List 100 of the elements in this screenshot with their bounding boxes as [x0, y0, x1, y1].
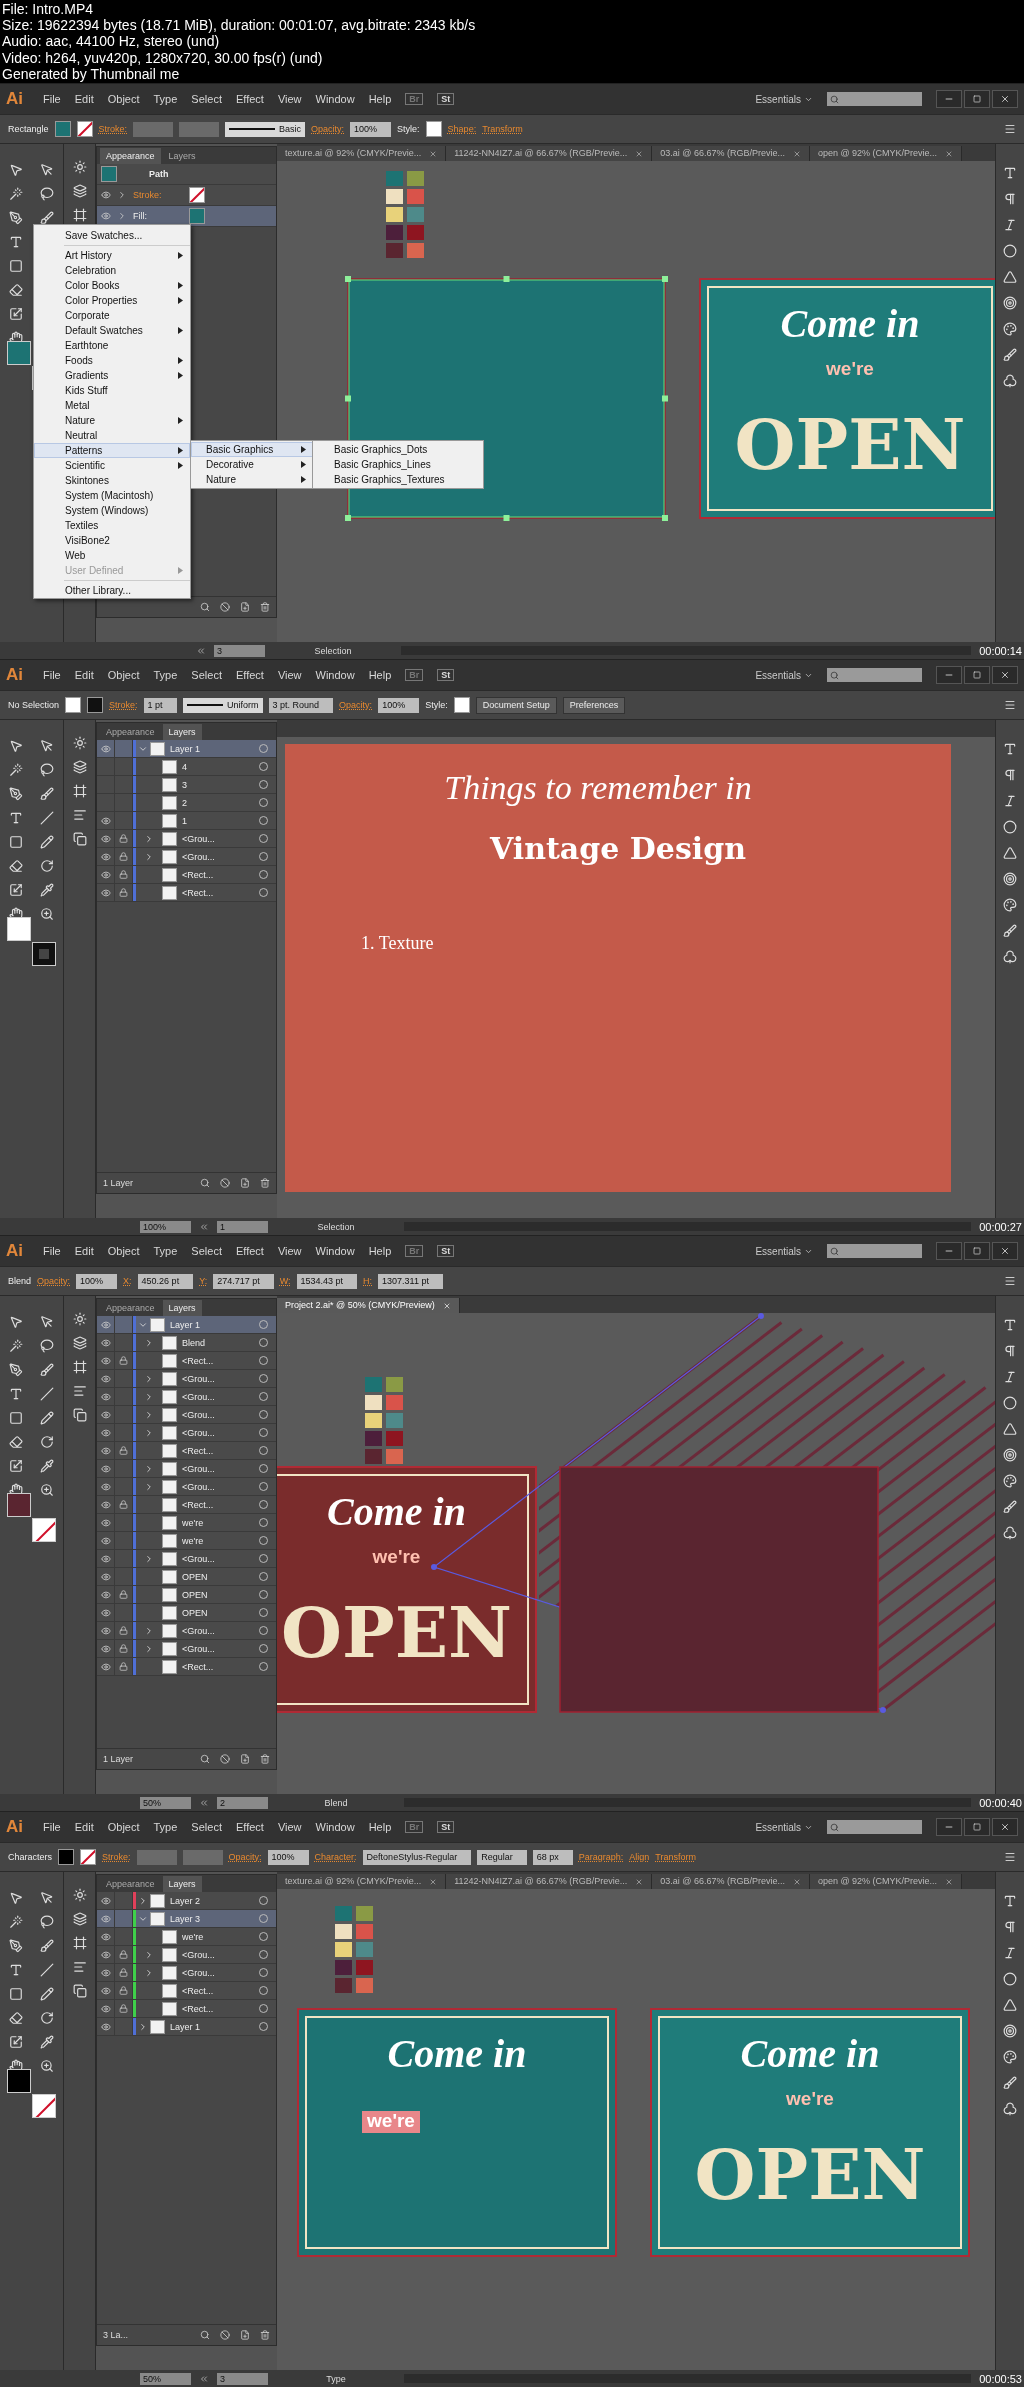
text-icon[interactable]	[8, 235, 23, 249]
document-tab[interactable]: texture.ai @ 92% (CMYK/Previe...	[277, 146, 447, 161]
pen-icon[interactable]	[8, 1939, 23, 1953]
maximize-button[interactable]	[964, 1818, 990, 1836]
color-swatch[interactable]	[453, 697, 470, 713]
maximize-button[interactable]	[964, 1242, 990, 1260]
menu-item[interactable]: Type	[153, 1245, 178, 1257]
menu-item[interactable]: Object	[107, 1821, 140, 1833]
value-field[interactable]: 1 pt	[143, 697, 177, 713]
menu-item[interactable]: Edit	[74, 1821, 94, 1833]
eraser-icon[interactable]	[8, 283, 23, 297]
clear-icon[interactable]	[220, 1754, 230, 1764]
layer-row[interactable]: <Grou...	[97, 1550, 276, 1568]
lock-icon[interactable]	[119, 1446, 128, 1455]
appearance-icon[interactable]	[72, 1312, 87, 1326]
menu-item[interactable]: Help	[368, 1821, 392, 1833]
menu-item[interactable]: Decorative	[191, 457, 313, 472]
paragraph-icon[interactable]	[1003, 768, 1017, 782]
menu-item[interactable]: View	[277, 1245, 302, 1257]
color-swatch[interactable]	[65, 697, 82, 713]
menu-item[interactable]: Default Swatches	[34, 323, 190, 338]
stroke-dropdown[interactable]: Uniform	[182, 697, 263, 713]
direct-select-icon[interactable]	[40, 163, 55, 177]
page-field[interactable]: 2	[217, 1796, 268, 1809]
menu-item[interactable]: Other Library...	[34, 583, 190, 598]
lock-icon[interactable]	[119, 852, 128, 861]
menu-item[interactable]: Object	[107, 1245, 140, 1257]
target-icon[interactable]	[1003, 296, 1017, 310]
target-icon[interactable]	[1003, 872, 1017, 886]
menu-item[interactable]: Help	[368, 93, 392, 105]
menu-item[interactable]: Foods	[34, 353, 190, 368]
menu-item[interactable]: Window	[315, 669, 355, 681]
minimize-button[interactable]	[936, 1818, 962, 1836]
new-item-icon[interactable]	[240, 1178, 250, 1188]
lock-icon[interactable]	[119, 1626, 128, 1635]
layer-row[interactable]: OPEN	[97, 1604, 276, 1622]
layer-row[interactable]: <Rect...	[97, 1658, 276, 1676]
menu-item[interactable]: Scientific	[34, 458, 190, 473]
circle-icon[interactable]	[1003, 1396, 1017, 1410]
align-icon[interactable]	[72, 1384, 87, 1398]
panel-tab[interactable]: Appearance	[100, 1300, 161, 1316]
character-icon[interactable]	[1003, 1894, 1017, 1908]
scale-icon[interactable]	[8, 307, 23, 321]
value-field[interactable]: Regular	[477, 1849, 527, 1865]
layer-row[interactable]: 2	[97, 794, 276, 812]
italic-icon[interactable]	[1003, 794, 1017, 808]
layer-row[interactable]: <Rect...	[97, 884, 276, 902]
eraser-icon[interactable]	[8, 859, 23, 873]
panel-link[interactable]: H:	[363, 1276, 373, 1286]
eye-icon[interactable]	[100, 851, 111, 862]
lock-icon[interactable]	[119, 2004, 128, 2013]
menu-item[interactable]: Type	[153, 93, 178, 105]
layer-row[interactable]: <Rect...	[97, 1982, 276, 2000]
eye-icon[interactable]	[100, 1337, 111, 1348]
eye-icon[interactable]	[100, 1643, 111, 1654]
color-swatch[interactable]	[189, 187, 205, 203]
eraser-icon[interactable]	[8, 2011, 23, 2025]
panel-link[interactable]: Stroke:	[98, 124, 128, 134]
search-icon[interactable]	[200, 1754, 210, 1764]
menu-item[interactable]: Object	[107, 669, 140, 681]
clear-icon[interactable]	[220, 1178, 230, 1188]
eye-icon[interactable]	[100, 869, 111, 880]
menu-item[interactable]: Metal	[34, 398, 190, 413]
menu-item[interactable]: Select	[191, 669, 222, 681]
lasso-icon[interactable]	[40, 1339, 55, 1353]
layer-row[interactable]: <Rect...	[97, 1352, 276, 1370]
align-icon[interactable]	[72, 808, 87, 822]
panel-link[interactable]: Transform	[655, 1852, 696, 1862]
eye-icon[interactable]	[100, 1589, 111, 1600]
menu-item[interactable]: Edit	[74, 1245, 94, 1257]
eyedropper-icon[interactable]	[40, 2035, 55, 2049]
menu-item[interactable]: Gradients	[34, 368, 190, 383]
value-field[interactable]: 274.717 pt	[213, 1273, 274, 1289]
text-icon[interactable]	[8, 1963, 23, 1977]
trash-icon[interactable]	[260, 1754, 270, 1764]
rectangle-icon[interactable]	[8, 1987, 23, 2001]
panel-link[interactable]: Opacity:	[228, 1852, 262, 1862]
value-field[interactable]	[182, 1849, 223, 1865]
eraser-icon[interactable]	[8, 1435, 23, 1449]
line-icon[interactable]	[40, 1387, 55, 1401]
menu-item[interactable]: Neutral	[34, 428, 190, 443]
layer-row[interactable]: OPEN	[97, 1586, 276, 1604]
lock-icon[interactable]	[119, 1356, 128, 1365]
document-tab[interactable]: 11242-NN4IZ7.ai @ 66.67% (RGB/Previe...	[446, 146, 653, 161]
triangle-icon[interactable]	[1003, 1998, 1017, 2012]
page-field[interactable]: 1	[217, 1220, 268, 1233]
pointer-icon[interactable]	[8, 1315, 23, 1329]
value-field[interactable]	[179, 121, 220, 137]
menu-item[interactable]: Select	[191, 1245, 222, 1257]
menu-item[interactable]: Window	[315, 1821, 355, 1833]
layer-row[interactable]: 4	[97, 758, 276, 776]
eye-icon[interactable]	[100, 1499, 111, 1510]
appearance-icon[interactable]	[72, 160, 87, 174]
lock-icon[interactable]	[119, 1590, 128, 1599]
panel-tab[interactable]: Layers	[162, 724, 202, 740]
panel-link[interactable]: Character:	[314, 1852, 357, 1862]
panel-link[interactable]: Opacity:	[37, 1276, 71, 1286]
layer-row[interactable]: <Grou...	[97, 1460, 276, 1478]
menu-item[interactable]: View	[277, 669, 302, 681]
close-icon[interactable]	[429, 149, 438, 158]
